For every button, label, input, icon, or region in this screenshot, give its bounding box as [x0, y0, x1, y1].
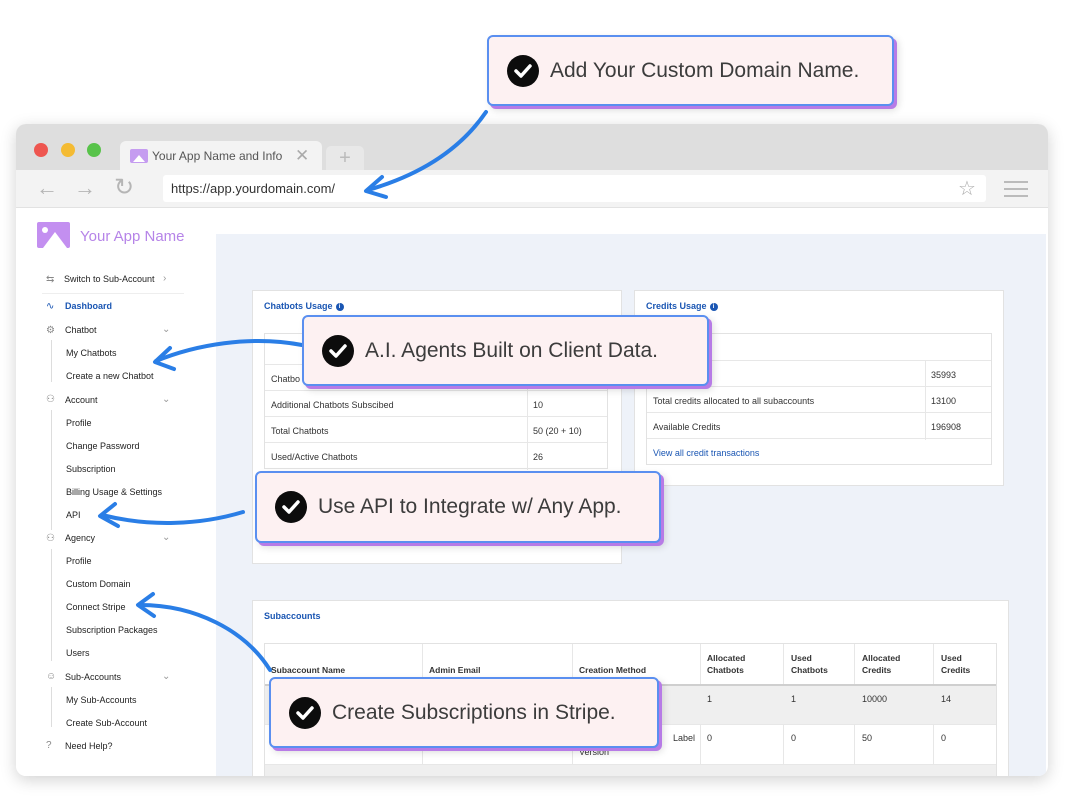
callout-custom-domain: Add Your Custom Domain Name.: [487, 35, 894, 106]
checkmark-icon: [507, 54, 539, 87]
checkmark-icon: [289, 696, 321, 729]
callout-text: Create Subscriptions in Stripe.: [332, 700, 616, 724]
arrow-to-my-chatbots: [154, 339, 304, 363]
callout-text: Use API to Integrate w/ Any App.: [318, 495, 622, 518]
callout-text: Add Your Custom Domain Name.: [550, 58, 860, 82]
checkmark-icon: [275, 491, 307, 523]
callout-stripe: Create Subscriptions in Stripe.: [269, 677, 659, 748]
callout-ai-agents: A.I. Agents Built on Client Data.: [302, 315, 709, 386]
checkmark-icon: [322, 334, 354, 367]
arrow-to-connect-stripe: [138, 603, 272, 672]
callout-api: Use API to Integrate w/ Any App.: [255, 471, 661, 543]
arrow-to-url: [366, 110, 488, 192]
marketing-screenshot: Your App Name and Info ✕ + ← → ↻ https:/…: [0, 0, 1080, 800]
callout-text: A.I. Agents Built on Client Data.: [365, 338, 658, 362]
arrow-to-api: [100, 510, 245, 525]
